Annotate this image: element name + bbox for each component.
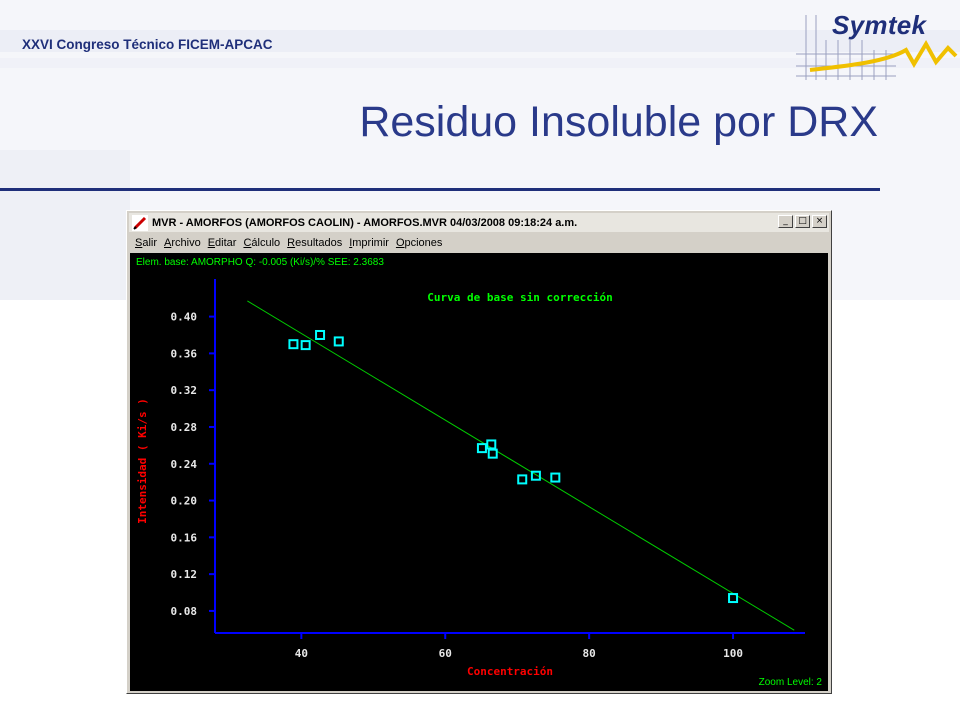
data-point: [550, 472, 561, 483]
plot-area[interactable]: Elem. base: AMORPHO Q: -0.005 (Ki/s)/% S…: [130, 253, 828, 691]
x-tick-label: 40: [295, 647, 308, 660]
menu-label: alir: [142, 237, 158, 249]
x-tick-label: 80: [583, 647, 596, 660]
window-title: MVR - AMORFOS (AMORFOS CAOLIN) - AMORFOS…: [152, 216, 578, 229]
data-point: [333, 336, 344, 347]
menu-opciones[interactable]: Opciones: [396, 237, 442, 249]
calibration-chart: Curva de base sin corrección 0.08 0.12 0.16…: [136, 279, 805, 678]
x-tick-label: 60: [439, 647, 452, 660]
menu-editar[interactable]: Editar: [208, 237, 237, 249]
menu-mnemonic: O: [395, 237, 405, 249]
minimize-button[interactable]: _: [778, 215, 793, 228]
close-button[interactable]: ×: [812, 215, 827, 228]
menu-mnemonic: E: [207, 237, 216, 249]
menu-label: pciones: [404, 237, 443, 249]
menu-label: ditar: [215, 237, 237, 249]
menu-resultados[interactable]: Resultados: [287, 237, 342, 249]
data-point: [288, 339, 299, 350]
maximize-button[interactable]: □: [795, 215, 810, 228]
data-point: [486, 439, 497, 450]
menu-archivo[interactable]: Archivo: [164, 237, 201, 249]
menu-mnemonic: R: [287, 237, 296, 249]
logo-wordmark: Symtek: [832, 10, 927, 40]
data-point: [315, 329, 326, 340]
pencil-icon: [132, 214, 148, 231]
menu-bar: Salir Archivo Editar Cálculo Resultados …: [129, 234, 829, 252]
app-window: MVR - AMORFOS (AMORFOS CAOLIN) - AMORFOS…: [126, 210, 832, 694]
y-tick-label: 0.36: [171, 347, 198, 360]
y-tick-label: 0.20: [171, 495, 198, 508]
menu-label: rchivo: [171, 237, 201, 249]
window-controls: _ □ ×: [778, 215, 827, 228]
regression-line: [247, 300, 795, 631]
chart-title: Curva de base sin corrección: [427, 291, 612, 304]
x-axis-label: Concentración: [467, 665, 553, 678]
window-title-bar[interactable]: MVR - AMORFOS (AMORFOS CAOLIN) - AMORFOS…: [129, 213, 829, 232]
y-tick-label: 0.12: [171, 568, 198, 581]
y-axis-label: Intensidad ( Ki/s ): [136, 398, 149, 524]
menu-imprimir[interactable]: Imprimir: [349, 237, 389, 249]
y-tick-label: 0.32: [171, 384, 198, 397]
menu-label: álculo: [251, 237, 281, 249]
y-tick-label: 0.28: [171, 421, 198, 434]
x-tick-label: 100: [723, 647, 743, 660]
menu-label: esultados: [295, 237, 343, 249]
title-divider: [0, 188, 880, 191]
menu-label: mprimir: [352, 237, 389, 249]
y-tick-label: 0.16: [171, 531, 198, 544]
menu-calculo[interactable]: Cálculo: [243, 237, 280, 249]
y-tick-label: 0.08: [171, 605, 198, 618]
y-tick-label: 0.40: [171, 311, 198, 324]
data-point: [517, 474, 528, 485]
data-point: [476, 443, 487, 454]
data-point: [300, 340, 311, 351]
slide-header: XXVI Congreso Técnico FICEM-APCAC: [22, 37, 273, 52]
slide-title: Residuo Insoluble por DRX: [359, 98, 878, 146]
y-tick-label: 0.24: [171, 458, 198, 471]
zoom-level: Zoom Level: 2: [758, 677, 822, 688]
menu-salir[interactable]: Salir: [135, 237, 157, 249]
